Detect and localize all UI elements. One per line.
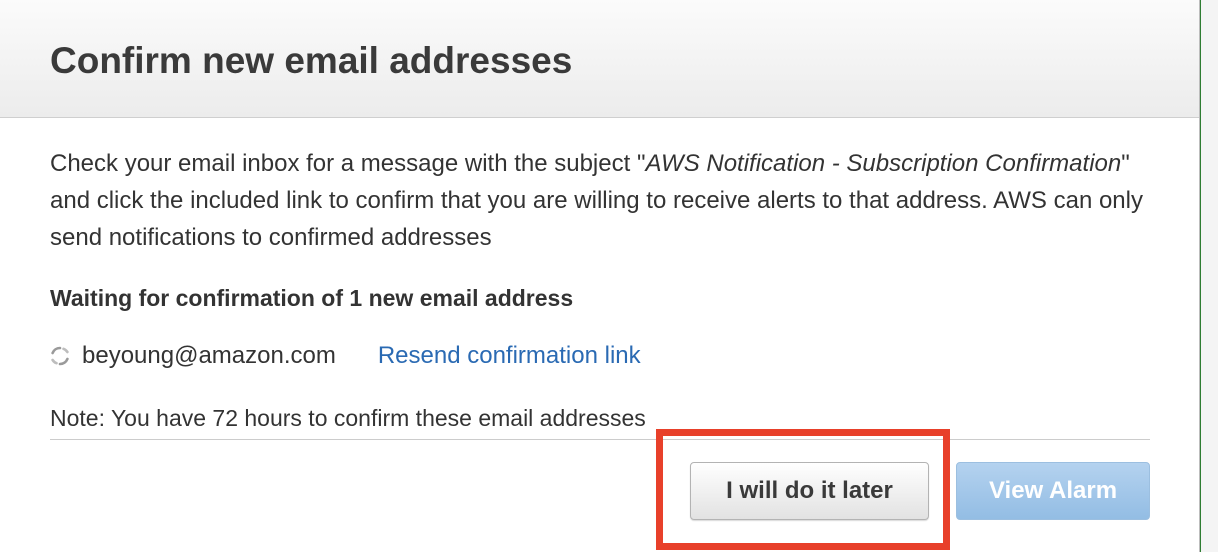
instructions-part1: Check your email inbox for a message wit…: [50, 150, 646, 177]
footer-divider: [50, 439, 1150, 440]
view-alarm-button[interactable]: View Alarm: [956, 462, 1150, 520]
pending-email-row: beyoung@amazon.com Resend confirmation l…: [48, 339, 641, 373]
dialog-header: Confirm new email addresses: [0, 0, 1199, 118]
instructions-text: Check your email inbox for a message wit…: [50, 145, 1160, 256]
resend-confirmation-link[interactable]: Resend confirmation link: [378, 342, 641, 370]
background-page-edge: [1200, 0, 1218, 552]
expiry-note: Note: You have 72 hours to confirm these…: [50, 405, 646, 431]
waiting-heading: Waiting for confirmation of 1 new email …: [50, 285, 574, 311]
pending-email-address: beyoung@amazon.com: [82, 342, 336, 369]
dialog-title: Confirm new email addresses: [50, 40, 573, 81]
email-subject: AWS Notification - Subscription Confirma…: [645, 150, 1122, 177]
refresh-icon: [48, 344, 72, 368]
confirm-email-dialog: Confirm new email addresses Check your e…: [0, 0, 1200, 552]
do-it-later-button[interactable]: I will do it later: [690, 462, 929, 520]
